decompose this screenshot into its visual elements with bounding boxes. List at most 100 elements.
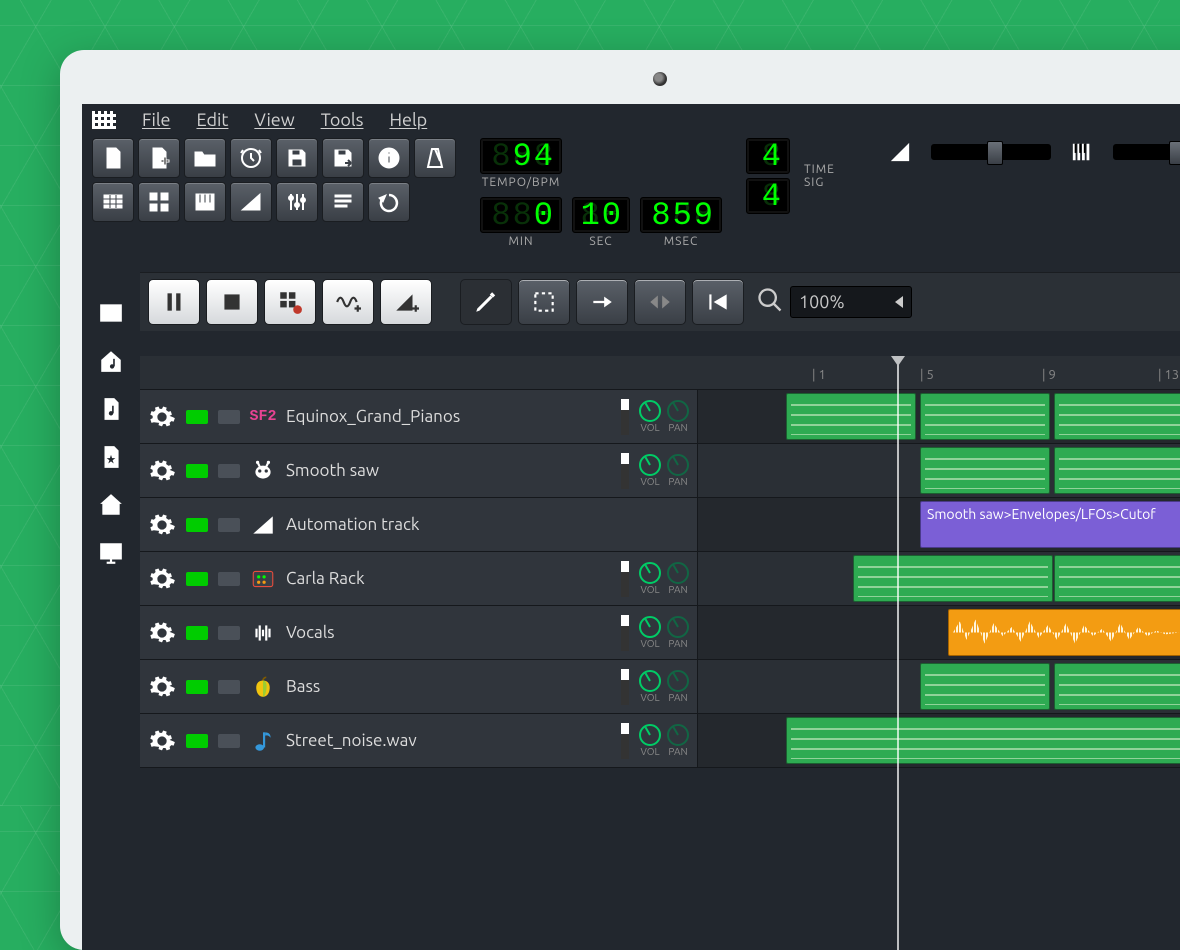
volume-knob[interactable] (639, 670, 661, 692)
track-name[interactable]: Automation track (286, 515, 689, 534)
mixer-button[interactable] (276, 182, 318, 222)
select-button[interactable] (518, 279, 570, 325)
recent-button[interactable] (230, 138, 272, 178)
undo-history-button[interactable] (368, 182, 410, 222)
tempo-display[interactable]: 88894 (480, 138, 562, 174)
track-name[interactable]: Vocals (286, 623, 609, 642)
sidebar-home[interactable] (98, 492, 124, 518)
volume-knob[interactable] (639, 724, 661, 746)
track-lane[interactable] (698, 660, 1180, 713)
pan-knob[interactable] (667, 724, 689, 746)
save-button[interactable] (276, 138, 318, 178)
playhead[interactable] (897, 356, 899, 950)
record-wave-button[interactable] (322, 279, 374, 325)
solo-button[interactable] (218, 464, 240, 478)
solo-button[interactable] (218, 626, 240, 640)
track-settings-button[interactable] (148, 619, 176, 647)
clip[interactable]: Smooth saw>Envelopes/LFOs>Cutof (920, 501, 1180, 548)
volume-knob[interactable] (639, 400, 661, 422)
solo-button[interactable] (218, 572, 240, 586)
track-name[interactable]: Smooth saw (286, 461, 609, 480)
instrument-icon[interactable] (250, 620, 276, 646)
shift-button[interactable] (576, 279, 628, 325)
zoom-control[interactable]: 100% (790, 286, 912, 318)
draw-button[interactable] (460, 279, 512, 325)
flip-button[interactable] (634, 279, 686, 325)
volume-knob[interactable] (639, 562, 661, 584)
track-lane[interactable]: variat (698, 390, 1180, 443)
clip[interactable] (1054, 663, 1180, 710)
timeline-ruler[interactable]: | 1| 5| 9| 13 (140, 356, 1180, 390)
clip[interactable] (920, 447, 1050, 494)
pause-button[interactable] (148, 279, 200, 325)
sidebar-presets[interactable] (98, 444, 124, 470)
track-settings-button[interactable] (148, 727, 176, 755)
master-volume-slider[interactable] (931, 144, 1051, 160)
mute-button[interactable] (186, 410, 208, 424)
sidebar-instruments[interactable] (98, 300, 124, 326)
clip[interactable] (1054, 555, 1180, 602)
menu-edit[interactable]: Edit (197, 110, 229, 130)
metronome-button[interactable] (414, 138, 456, 178)
mute-button[interactable] (186, 464, 208, 478)
track-settings-button[interactable] (148, 511, 176, 539)
export-button[interactable] (322, 138, 364, 178)
pan-knob[interactable] (667, 454, 689, 476)
new-template-button[interactable] (138, 138, 180, 178)
sidebar-computer[interactable] (98, 540, 124, 566)
track-settings-button[interactable] (148, 565, 176, 593)
master-pitch-slider[interactable] (1113, 144, 1180, 160)
sidebar-samples[interactable] (98, 348, 124, 374)
menu-file[interactable]: File (142, 110, 171, 130)
timesig-den[interactable]: 84 (746, 178, 790, 214)
track-settings-button[interactable] (148, 403, 176, 431)
mute-button[interactable] (186, 518, 208, 532)
track-lane[interactable] (698, 606, 1180, 659)
clip[interactable] (920, 393, 1050, 440)
automation-button[interactable] (230, 182, 272, 222)
volume-knob[interactable] (639, 454, 661, 476)
track-settings-button[interactable] (148, 673, 176, 701)
clip[interactable] (920, 663, 1050, 710)
pan-knob[interactable] (667, 670, 689, 692)
solo-button[interactable] (218, 410, 240, 424)
menu-view[interactable]: View (254, 110, 294, 130)
instrument-icon[interactable] (250, 458, 276, 484)
timesig-num[interactable]: 84 (746, 138, 790, 174)
clip[interactable] (1054, 393, 1180, 440)
instrument-icon[interactable] (250, 674, 276, 700)
pan-knob[interactable] (667, 562, 689, 584)
track-lane[interactable]: Smooth saw>Envelopes/LFOs>Cutof (698, 498, 1180, 551)
clip[interactable] (853, 555, 1053, 602)
mute-button[interactable] (186, 680, 208, 694)
solo-button[interactable] (218, 680, 240, 694)
record-ramp-button[interactable] (380, 279, 432, 325)
track-name[interactable]: Bass (286, 677, 609, 696)
menu-tools[interactable]: Tools (321, 110, 364, 130)
volume-knob[interactable] (639, 616, 661, 638)
track-name[interactable]: Carla Rack (286, 569, 609, 588)
mute-button[interactable] (186, 734, 208, 748)
info-button[interactable] (368, 138, 410, 178)
mute-button[interactable] (186, 572, 208, 586)
pan-knob[interactable] (667, 616, 689, 638)
open-button[interactable] (184, 138, 226, 178)
instrument-icon[interactable] (250, 512, 276, 538)
solo-button[interactable] (218, 734, 240, 748)
instrument-icon[interactable] (250, 728, 276, 754)
pan-knob[interactable] (667, 400, 689, 422)
track-settings-button[interactable] (148, 457, 176, 485)
notes-button[interactable] (322, 182, 364, 222)
sidebar-my-samples[interactable] (98, 396, 124, 422)
track-name[interactable]: Street_noise.wav (286, 731, 609, 750)
track-lane[interactable]: variat (698, 552, 1180, 605)
bb-editor-button[interactable] (138, 182, 180, 222)
instrument-icon[interactable]: SF2 (250, 404, 276, 430)
mute-button[interactable] (186, 626, 208, 640)
instrument-icon[interactable] (250, 566, 276, 592)
new-file-button[interactable] (92, 138, 134, 178)
record-bb-button[interactable] (264, 279, 316, 325)
piano-roll-button[interactable] (184, 182, 226, 222)
rewind-button[interactable] (692, 279, 744, 325)
track-lane[interactable] (698, 714, 1180, 767)
